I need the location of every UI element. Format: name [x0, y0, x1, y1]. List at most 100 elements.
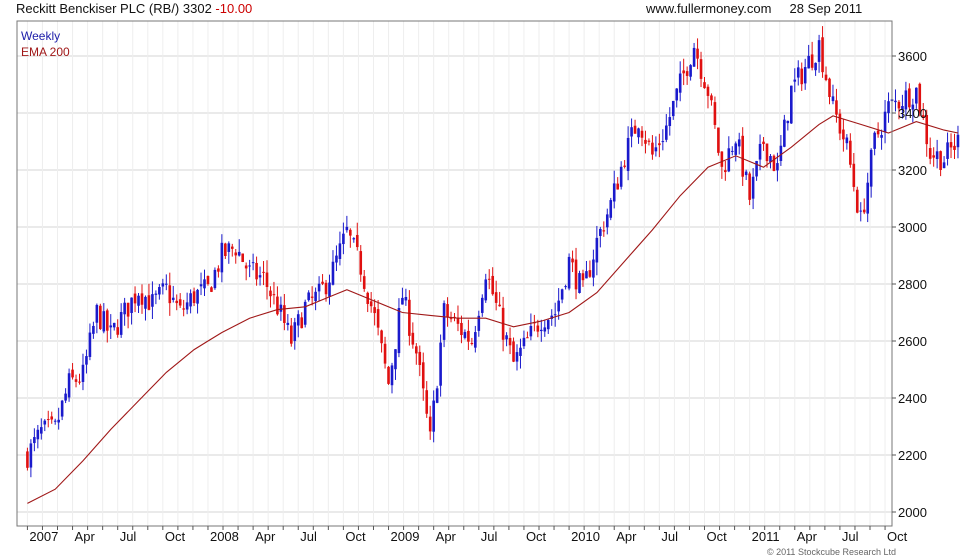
x-tick-label: Jul [842, 529, 859, 544]
candle-body [654, 147, 658, 152]
x-tick-label: Apr [436, 529, 457, 544]
candle-body [526, 337, 529, 339]
y-axis-ticks: 2000 2200 2400 2600 2800 3000 3200 3400 3600 [892, 49, 927, 520]
candle-body [869, 149, 873, 187]
candle-body [508, 337, 512, 346]
candle-body [706, 86, 710, 96]
candle-body [26, 451, 29, 468]
ema-200-line [27, 115, 959, 504]
candle-body [835, 100, 838, 115]
candle-body [411, 332, 415, 345]
candle-body [949, 142, 953, 148]
candle-body [147, 295, 151, 310]
candle-body [449, 318, 453, 320]
candle-body [33, 437, 36, 444]
candle-body [53, 420, 57, 422]
candle-body [862, 209, 866, 213]
candle-body [474, 332, 477, 348]
x-tick-label: Oct [707, 529, 728, 544]
copyright-text: © 2011 Stockcube Research Ltd [767, 547, 896, 557]
candle-body [796, 67, 800, 78]
candle-body [807, 55, 810, 69]
candle-body [133, 293, 137, 304]
candle-body [78, 381, 81, 383]
candle-body [640, 130, 644, 138]
candle-body [772, 155, 776, 171]
candle-body [470, 343, 474, 345]
candle-body [467, 330, 470, 342]
candle-body [953, 145, 956, 150]
candle-body [397, 308, 401, 354]
candle-body [873, 132, 876, 149]
candle-body [703, 82, 706, 89]
candle-body [310, 296, 314, 298]
candle-body [908, 88, 911, 108]
candle-body [540, 329, 543, 332]
candle-body [217, 268, 220, 272]
candle-body [578, 273, 581, 293]
candle-body [536, 325, 540, 332]
candle-body [380, 330, 383, 344]
candle-body [67, 373, 71, 398]
candle-body [328, 282, 331, 297]
candle-body [633, 125, 637, 134]
candle-body [189, 293, 192, 307]
x-axis-ticks: 2007 Apr Jul Oct 2008 Apr Jul Oct 2009 Apr Jul Oct 2… [26, 526, 908, 544]
candle-body [946, 142, 949, 159]
candle-body [595, 237, 599, 263]
candle-body [435, 388, 439, 403]
candle-body [734, 143, 738, 155]
candle-body [168, 285, 172, 304]
candle-body [265, 272, 269, 288]
candle-body [724, 170, 727, 173]
candle-body [314, 291, 317, 302]
candle-body [349, 229, 352, 236]
candle-body [845, 137, 849, 144]
candle-body [227, 243, 231, 252]
candle-body [296, 314, 300, 326]
candle-body [682, 70, 685, 74]
candle-body [88, 332, 92, 357]
candle-body [765, 143, 769, 162]
candle-body [710, 95, 713, 101]
candle-body [543, 327, 547, 332]
candle-body [786, 120, 790, 124]
candle-body [40, 427, 43, 434]
x-tick-label: 2010 [571, 529, 600, 544]
candle-body [592, 259, 595, 278]
x-tick-label: 2008 [210, 529, 239, 544]
candle-body [605, 214, 609, 228]
candle-body [60, 400, 64, 417]
candle-body [491, 275, 494, 295]
candle-body [269, 290, 272, 297]
y-tick-label: 3200 [898, 163, 927, 178]
candle-body [196, 289, 199, 304]
candle-body [522, 337, 526, 347]
candle-body [158, 287, 161, 295]
x-tick-label: 2007 [29, 529, 58, 544]
candle-body [720, 151, 724, 167]
candle-body [828, 78, 831, 97]
y-tick-label: 3000 [898, 220, 927, 235]
candle-body [71, 369, 74, 378]
legend-ema-200: EMA 200 [21, 45, 70, 59]
candle-body [387, 366, 390, 384]
candle-body [421, 362, 425, 389]
candle-body [762, 141, 765, 145]
candle-body [793, 79, 797, 82]
candle-body [224, 243, 227, 257]
grid [17, 21, 892, 526]
candle-body [630, 127, 633, 137]
candle-body [463, 332, 467, 338]
candle-body [713, 102, 717, 125]
legend-weekly: Weekly [21, 29, 60, 43]
x-tick-label: Apr [255, 529, 276, 544]
candle-body [425, 390, 429, 414]
candle-body [258, 275, 262, 278]
candle-body [842, 129, 845, 140]
candle-body [442, 303, 446, 340]
candle-body [119, 312, 123, 335]
candle-body [428, 416, 432, 432]
candle-body [369, 301, 373, 307]
candle-body [116, 327, 119, 335]
